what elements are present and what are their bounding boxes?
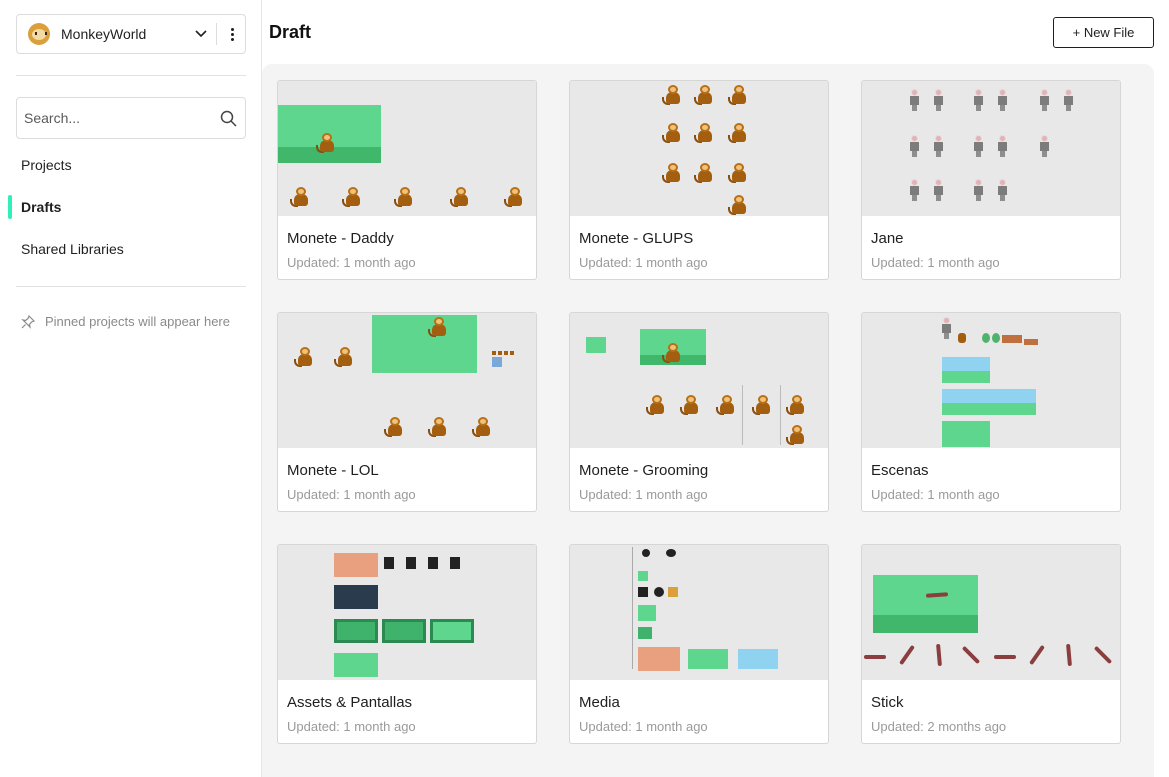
monkey-avatar-icon [28, 23, 50, 45]
file-thumbnail [570, 313, 828, 448]
divider [16, 286, 246, 287]
search-box[interactable] [16, 97, 246, 139]
more-options-icon[interactable] [221, 14, 243, 54]
file-updated: Updated: 1 month ago [871, 487, 1000, 502]
file-thumbnail [278, 81, 536, 216]
divider [16, 75, 246, 76]
file-updated: Updated: 2 months ago [871, 719, 1007, 734]
file-name: Stick [871, 694, 904, 711]
file-name: Monete - Daddy [287, 230, 394, 247]
file-card[interactable]: Jane Updated: 1 month ago [861, 80, 1121, 280]
file-updated: Updated: 1 month ago [287, 487, 416, 502]
sidebar-item-shared-libraries[interactable]: Shared Libraries [21, 241, 124, 257]
file-card[interactable]: Monete - GLUPS Updated: 1 month ago [569, 80, 829, 280]
sidebar: MonkeyWorld Projects Drafts Shared Libra… [0, 0, 262, 777]
sidebar-item-drafts[interactable]: Drafts [21, 199, 61, 215]
file-thumbnail [862, 545, 1120, 680]
team-selector[interactable]: MonkeyWorld [16, 14, 246, 54]
page-title: Draft [269, 22, 312, 42]
file-name: Media [579, 694, 620, 711]
file-card[interactable]: Media Updated: 1 month ago [569, 544, 829, 744]
file-thumbnail [862, 81, 1120, 216]
divider [216, 23, 217, 45]
pinned-projects-hint: Pinned projects will appear here [21, 313, 241, 331]
file-card[interactable]: Monete - Grooming Updated: 1 month ago [569, 312, 829, 512]
file-card[interactable]: Stick Updated: 2 months ago [861, 544, 1121, 744]
search-input[interactable] [24, 110, 209, 126]
file-updated: Updated: 1 month ago [871, 255, 1000, 270]
file-updated: Updated: 1 month ago [287, 719, 416, 734]
active-indicator [8, 195, 12, 219]
file-name: Monete - LOL [287, 462, 379, 479]
file-updated: Updated: 1 month ago [579, 487, 708, 502]
file-thumbnail [570, 81, 828, 216]
chevron-down-icon[interactable] [190, 14, 212, 54]
file-name: Jane [871, 230, 904, 247]
search-icon[interactable] [220, 110, 237, 132]
file-name: Assets & Pantallas [287, 694, 413, 711]
file-card[interactable]: Assets & Pantallas Updated: 1 month ago [277, 544, 537, 744]
new-file-button[interactable]: + New File [1053, 17, 1154, 48]
file-card[interactable]: Escenas Updated: 1 month ago [861, 312, 1121, 512]
file-updated: Updated: 1 month ago [579, 255, 708, 270]
file-thumbnail [570, 545, 828, 680]
file-thumbnail [278, 313, 536, 448]
file-card[interactable]: Monete - Daddy Updated: 1 month ago [277, 80, 537, 280]
file-name: Monete - GLUPS [579, 230, 694, 247]
file-name: Monete - Grooming [579, 462, 709, 479]
team-name: MonkeyWorld [61, 26, 147, 42]
file-updated: Updated: 1 month ago [579, 719, 708, 734]
file-thumbnail [862, 313, 1120, 448]
pinned-message: Pinned projects will appear here [45, 314, 230, 329]
file-name: Escenas [871, 462, 929, 479]
file-card[interactable]: Monete - LOL Updated: 1 month ago [277, 312, 537, 512]
pin-icon [21, 315, 35, 329]
sidebar-item-projects[interactable]: Projects [21, 157, 72, 173]
file-updated: Updated: 1 month ago [287, 255, 416, 270]
file-thumbnail [278, 545, 536, 680]
